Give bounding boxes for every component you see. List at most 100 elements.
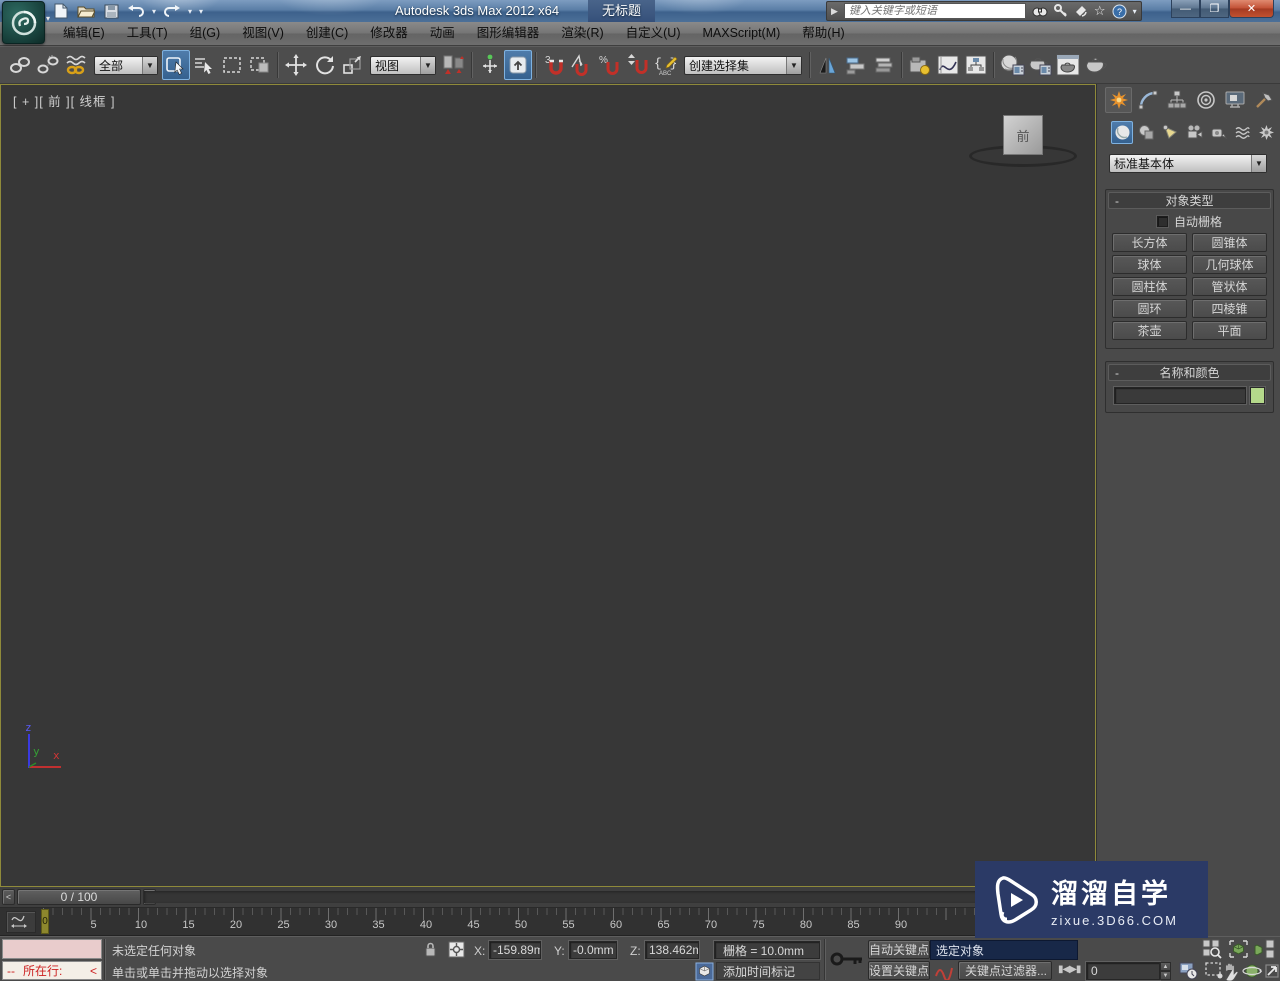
- search-caret-icon[interactable]: ▶: [831, 6, 838, 17]
- select-and-move-icon[interactable]: [282, 50, 310, 80]
- selection-lock-icon[interactable]: [424, 942, 437, 957]
- primitive-button[interactable]: 平面: [1192, 321, 1267, 340]
- menu-item-7[interactable]: 图形编辑器: [466, 22, 551, 45]
- redo-icon[interactable]: [163, 3, 181, 19]
- render-production-icon[interactable]: [1082, 50, 1110, 80]
- primitive-button[interactable]: 圆锥体: [1192, 233, 1267, 252]
- x-coordinate-field[interactable]: -159.89mm: [489, 941, 541, 959]
- rectangular-selection-region-icon[interactable]: [218, 50, 246, 80]
- maxscript-macro-recorder-field[interactable]: [2, 939, 102, 959]
- select-and-scale-icon[interactable]: [338, 50, 366, 80]
- collapse-icon[interactable]: -: [1109, 366, 1125, 380]
- absolute-mode-transform-icon[interactable]: [448, 941, 465, 958]
- keyboard-shortcut-override-button[interactable]: [504, 50, 532, 80]
- isolate-selection-icon[interactable]: [695, 962, 714, 981]
- set-key-button[interactable]: 设置关键点: [868, 961, 930, 980]
- menu-item-8[interactable]: 渲染(R): [550, 22, 614, 45]
- named-selection-set-dropdown[interactable]: 创建选择集 ▼: [684, 55, 802, 75]
- object-color-swatch[interactable]: [1250, 387, 1265, 404]
- subtab-cameras[interactable]: [1183, 121, 1205, 144]
- bind-to-space-warp-icon[interactable]: [62, 50, 90, 80]
- primitive-button[interactable]: 长方体: [1112, 233, 1187, 252]
- menu-item-9[interactable]: 自定义(U): [615, 22, 692, 45]
- close-button[interactable]: ✕: [1229, 0, 1274, 18]
- menu-item-3[interactable]: 视图(V): [231, 22, 295, 45]
- tab-hierarchy[interactable]: [1163, 87, 1190, 113]
- rendered-frame-window-icon[interactable]: [1054, 50, 1082, 80]
- open-mini-curve-editor-button[interactable]: [6, 911, 36, 933]
- tab-utilities[interactable]: [1250, 87, 1277, 113]
- app-menu-dropdown-icon[interactable]: ▾: [46, 14, 50, 23]
- primitive-button[interactable]: 茶壶: [1112, 321, 1187, 340]
- y-coordinate-field[interactable]: -0.0mm: [569, 941, 617, 959]
- pan-hand-icon[interactable]: [1218, 961, 1242, 981]
- subtab-helpers[interactable]: [1208, 121, 1230, 144]
- unlink-selection-icon[interactable]: [34, 50, 62, 80]
- viewport-front[interactable]: [ + ][ 前 ][ 线框 ] 前 z y x: [0, 84, 1096, 887]
- previous-frame-button[interactable]: <: [2, 889, 15, 905]
- maximize-button[interactable]: ❐: [1200, 0, 1229, 18]
- frame-spinner[interactable]: ▲ ▼: [1160, 962, 1171, 980]
- viewport-label[interactable]: [ + ][ 前 ][ 线框 ]: [13, 91, 115, 110]
- tab-modify[interactable]: [1134, 87, 1161, 113]
- new-file-icon[interactable]: [52, 3, 70, 19]
- object-type-rollout-header[interactable]: - 对象类型: [1108, 192, 1271, 209]
- maximize-viewport-toggle-icon[interactable]: [1260, 961, 1280, 981]
- subtab-space-warps[interactable]: [1232, 121, 1254, 144]
- tab-motion[interactable]: [1192, 87, 1219, 113]
- search-input[interactable]: [843, 3, 1026, 19]
- graphite-modeling-tools-icon[interactable]: [906, 50, 934, 80]
- layer-manager-icon[interactable]: [870, 50, 898, 80]
- key-filters-button[interactable]: 关键点过滤器...: [958, 961, 1052, 980]
- subscription-key-icon[interactable]: [1053, 4, 1068, 18]
- time-slider-track[interactable]: [144, 891, 1092, 903]
- default-in-out-tangents-icon[interactable]: [934, 962, 954, 980]
- qat-overflow-icon[interactable]: ▾: [199, 7, 203, 16]
- spinner-down-icon[interactable]: ▼: [1160, 971, 1171, 980]
- current-frame-marker[interactable]: 0: [41, 909, 49, 934]
- menu-item-0[interactable]: 编辑(E): [52, 22, 116, 45]
- subtab-lights[interactable]: [1159, 121, 1181, 144]
- subtab-shapes[interactable]: [1135, 121, 1157, 144]
- menu-item-1[interactable]: 工具(T): [116, 22, 179, 45]
- name-color-rollout-header[interactable]: - 名称和颜色: [1108, 364, 1271, 381]
- tab-display[interactable]: [1221, 87, 1248, 113]
- zoom-extents-all-icon[interactable]: [1252, 939, 1276, 959]
- material-editor-icon[interactable]: [998, 50, 1026, 80]
- primitive-button[interactable]: 管状体: [1192, 277, 1267, 296]
- select-by-name-icon[interactable]: [190, 50, 218, 80]
- maxscript-listener-field[interactable]: -- 所在行: <: [2, 961, 102, 980]
- current-frame-field[interactable]: 0: [1086, 962, 1160, 980]
- snap-toggle-3d-icon[interactable]: 3: [540, 50, 568, 80]
- subtab-geometry[interactable]: [1111, 121, 1134, 144]
- menu-item-4[interactable]: 创建(C): [295, 22, 359, 45]
- reference-coordinate-dropdown[interactable]: 视图 ▼: [370, 55, 436, 75]
- tab-create[interactable]: [1105, 87, 1132, 113]
- selection-filter-dropdown[interactable]: 全部 ▼: [94, 55, 158, 75]
- object-name-input[interactable]: [1114, 387, 1246, 404]
- track-bar[interactable]: 0 5 10 15 20 25 30 35 40 45 50 55 60 65 70 75 80 85 90 0: [0, 908, 1096, 936]
- primitive-button[interactable]: 圆柱体: [1112, 277, 1187, 296]
- align-icon[interactable]: [842, 50, 870, 80]
- track-bar-ruler[interactable]: 0 5 10 15 20 25 30 35 40 45 50 55 60 65 70 75 80 85 90: [40, 908, 1096, 936]
- edit-named-selection-sets-icon[interactable]: { } ABC: [652, 50, 680, 80]
- minimize-button[interactable]: —: [1171, 0, 1200, 18]
- use-pivot-point-center-icon[interactable]: [440, 50, 468, 80]
- menu-item-11[interactable]: 帮助(H): [791, 22, 855, 45]
- save-icon[interactable]: [102, 3, 120, 19]
- undo-dropdown-icon[interactable]: ▾: [152, 7, 156, 16]
- redo-dropdown-icon[interactable]: ▾: [188, 7, 192, 16]
- selected-filter-dropdown[interactable]: 选定对象: [930, 940, 1078, 960]
- menu-item-2[interactable]: 组(G): [179, 22, 232, 45]
- primitive-button[interactable]: 球体: [1112, 255, 1187, 274]
- zoom-extents-selected-icon[interactable]: [1226, 939, 1250, 959]
- auto-key-button[interactable]: 自动关键点: [868, 940, 930, 959]
- percent-snap-toggle-icon[interactable]: %: [596, 50, 624, 80]
- autogrid-checkbox[interactable]: [1156, 215, 1168, 227]
- viewcube[interactable]: 前: [1003, 115, 1043, 155]
- go-to-start-icon[interactable]: ▮◀▶▮: [1058, 964, 1081, 975]
- favorites-star-icon[interactable]: ☆: [1094, 3, 1106, 19]
- curve-editor-icon[interactable]: [934, 50, 962, 80]
- render-setup-icon[interactable]: [1026, 50, 1054, 80]
- menu-item-10[interactable]: MAXScript(M): [692, 22, 792, 45]
